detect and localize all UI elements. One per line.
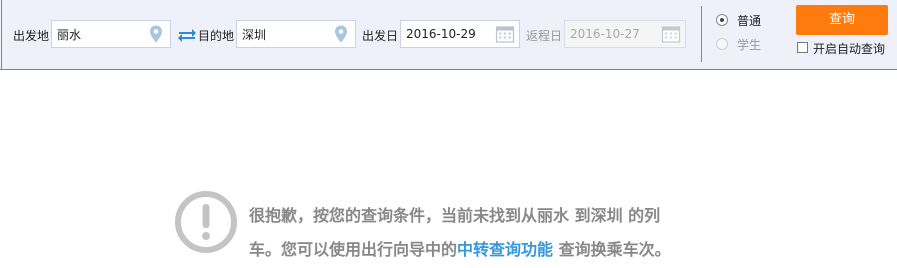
location-pin-icon[interactable]	[146, 24, 166, 44]
to-input[interactable]	[242, 25, 326, 43]
auto-query-label[interactable]: 开启自动查询	[813, 40, 885, 57]
query-button[interactable]: 查询	[796, 5, 888, 35]
left-border	[1, 0, 2, 69]
auto-query-checkbox[interactable]	[797, 42, 808, 53]
calendar-icon[interactable]	[661, 24, 681, 44]
to-label: 目的地	[198, 29, 235, 43]
radio-normal-label[interactable]: 普通	[737, 12, 761, 29]
to-field[interactable]	[236, 20, 356, 48]
location-pin-icon[interactable]	[331, 24, 351, 44]
return-date-field[interactable]	[564, 20, 686, 48]
depart-date-field[interactable]	[400, 20, 520, 48]
from-input[interactable]	[57, 25, 141, 43]
from-label: 出发地	[13, 29, 50, 43]
radio-student[interactable]	[716, 38, 728, 50]
return-date-input[interactable]	[570, 25, 656, 43]
message-text-end: 查询换乘车次。	[553, 240, 671, 259]
depart-date-input[interactable]	[406, 25, 490, 43]
transfer-query-link[interactable]: 中转查询功能	[457, 240, 553, 259]
swap-arrows-icon[interactable]	[177, 26, 197, 42]
radio-normal[interactable]	[716, 14, 728, 26]
return-date-label: 返程日	[526, 29, 563, 43]
depart-date-label: 出发日	[362, 29, 399, 43]
from-field[interactable]	[51, 20, 171, 48]
exclamation-circle-icon	[174, 190, 238, 254]
divider	[701, 6, 702, 62]
no-result-message: 很抱歉，按您的查询条件，当前未找到从丽水 到深圳 的列车。您可以使用出行向导中的…	[249, 199, 679, 267]
radio-student-label[interactable]: 学生	[737, 36, 761, 53]
calendar-icon[interactable]	[495, 24, 515, 44]
search-bar: 出发地 目的地 出发日	[0, 0, 897, 70]
